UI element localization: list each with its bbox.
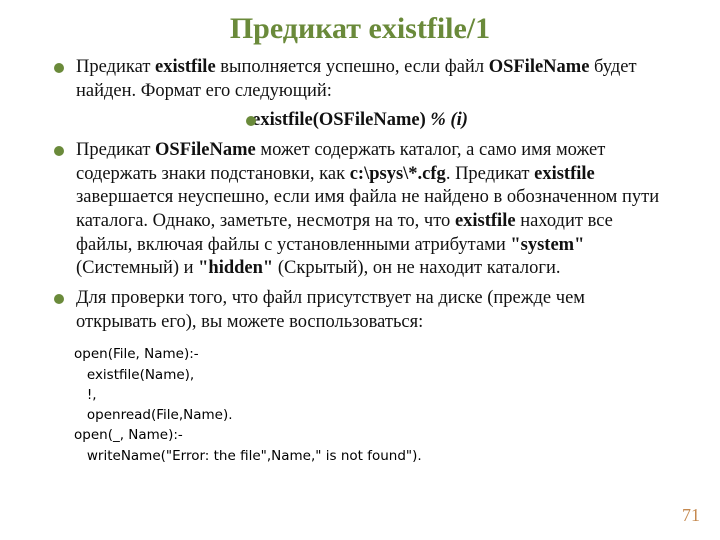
text: Предикат bbox=[76, 57, 155, 77]
bullet-list: Предикат existfile выполняется успешно, … bbox=[50, 56, 670, 334]
bullet-item-2: Предикат OSFileName может содержать ката… bbox=[50, 139, 670, 281]
signature-flow: % (i) bbox=[430, 110, 468, 130]
text: Предикат bbox=[76, 140, 155, 160]
text: (Скрытый), он не находит каталоги. bbox=[273, 258, 560, 278]
slide: Предикат existfile/1 Предикат existfile … bbox=[0, 0, 720, 540]
keyword-existfile: existfile bbox=[455, 211, 516, 231]
text: . Предикат bbox=[446, 164, 534, 184]
bullet-item-1: Предикат existfile выполняется успешно, … bbox=[50, 56, 670, 103]
page-number: 71 bbox=[682, 505, 700, 526]
keyword-osfilename: OSFileName bbox=[489, 57, 590, 77]
code-block: open(File, Name):- existfile(Name), !, o… bbox=[50, 340, 670, 466]
text: Для проверки того, что файл присутствует… bbox=[76, 288, 585, 332]
keyword-osfilename: OSFileName bbox=[155, 140, 256, 160]
slide-title: Предикат existfile/1 bbox=[50, 12, 670, 46]
bullet-item-signature: existfile(OSFileName) % (i) bbox=[50, 109, 670, 133]
keyword-existfile: existfile bbox=[155, 57, 216, 77]
keyword-path: c:\psys\*.cfg bbox=[350, 164, 446, 184]
keyword-system: "system" bbox=[510, 235, 584, 255]
text: выполняется успешно, если файл bbox=[216, 57, 489, 77]
keyword-hidden: "hidden" bbox=[198, 258, 273, 278]
signature-name: existfile(OSFileName) bbox=[252, 110, 430, 130]
bullet-item-3: Для проверки того, что файл присутствует… bbox=[50, 287, 670, 334]
keyword-existfile: existfile bbox=[534, 164, 595, 184]
text: (Системный) и bbox=[76, 258, 198, 278]
